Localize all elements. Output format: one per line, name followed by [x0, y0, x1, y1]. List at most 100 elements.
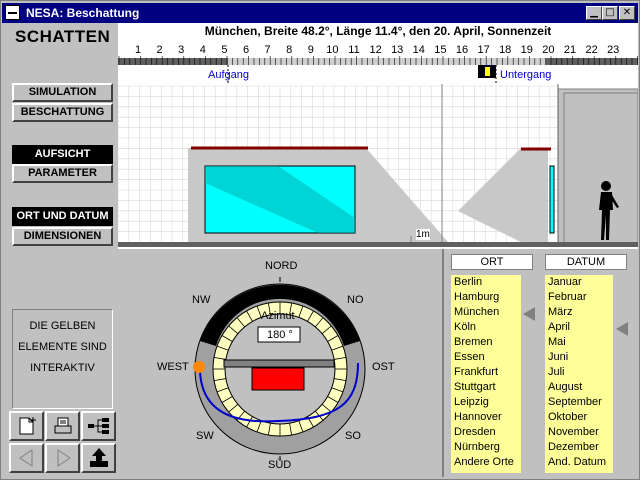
- window-title: NESA: Beschattung: [26, 6, 140, 20]
- datum-list-item[interactable]: And. Datum: [545, 455, 613, 470]
- bottom-panel: NORD NW NO WEST OST SW SO SÜD Azimut 180…: [118, 249, 638, 477]
- exit-arrow-icon: [89, 448, 108, 467]
- sun-marker[interactable]: [193, 361, 205, 373]
- datum-list-item[interactable]: Juli: [545, 365, 613, 380]
- minimize-button[interactable]: ▁: [586, 6, 602, 20]
- ort-list-item[interactable]: Frankfurt: [451, 365, 521, 380]
- datum-list-item[interactable]: November: [545, 425, 613, 440]
- hour-label: 9: [307, 44, 314, 56]
- maximize-button[interactable]: □: [602, 6, 618, 20]
- simulation-button[interactable]: SIMULATION: [12, 83, 113, 102]
- ort-list-item[interactable]: Berlin: [451, 275, 521, 290]
- datum-list-item[interactable]: Oktober: [545, 410, 613, 425]
- compass-northwest: NW: [192, 294, 211, 306]
- hour-label: 3: [178, 44, 185, 56]
- ort-list-item[interactable]: Bremen: [451, 335, 521, 350]
- ort-list-item[interactable]: München: [451, 305, 521, 320]
- hour-label: 2: [156, 44, 163, 56]
- ground-line: [118, 242, 638, 247]
- hour-label: 19: [520, 44, 533, 56]
- ort-header: ORT: [451, 254, 533, 270]
- panel-separator: [442, 249, 444, 477]
- aufsicht-button[interactable]: AUFSICHT: [12, 145, 113, 164]
- azimuth-label: Azimut: [261, 310, 295, 322]
- hour-label: 15: [434, 44, 447, 56]
- close-button[interactable]: ✕: [619, 6, 635, 20]
- ort-list[interactable]: Berlin Hamburg München Köln Bremen Essen Frank…: [451, 275, 521, 473]
- print-button[interactable]: [45, 411, 80, 441]
- building-right: [557, 88, 638, 245]
- hour-label: 6: [242, 44, 250, 56]
- hour-label: 11: [348, 44, 360, 56]
- shading-view-panel: München, Breite 48.2°, Länge 11.4°, den …: [118, 23, 638, 249]
- hour-label: 16: [455, 44, 469, 56]
- compass-southeast: SO: [345, 430, 361, 442]
- left-panel: SCHATTEN SIMULATION BESCHATTUNG AUFSICHT…: [3, 25, 117, 477]
- hour-label: 18: [499, 44, 512, 56]
- arrow-left-icon: [18, 449, 32, 467]
- forward-button[interactable]: [45, 443, 80, 473]
- datum-selection-pointer-icon: [616, 322, 628, 336]
- datum-list-item[interactable]: September: [545, 395, 613, 410]
- ort-und-datum-button[interactable]: ORT UND DATUM: [12, 207, 113, 226]
- compass-southwest: SW: [196, 430, 214, 442]
- ort-list-item[interactable]: Andere Orte: [451, 455, 521, 470]
- datum-header: DATUM: [545, 254, 627, 270]
- ort-list-item[interactable]: Nürnberg: [451, 440, 521, 455]
- datum-list-item[interactable]: Dezember: [545, 440, 613, 455]
- ort-list-item[interactable]: Leipzig: [451, 395, 521, 410]
- parameter-button[interactable]: PARAMETER: [12, 164, 113, 183]
- hierarchy-icon: [87, 418, 109, 434]
- compass-south: SÜD: [268, 459, 292, 471]
- ort-selection-pointer-icon: [523, 307, 535, 321]
- system-menu-icon[interactable]: [5, 5, 20, 20]
- info-line: INTERAKTIV: [30, 362, 95, 374]
- new-document-icon: [19, 417, 36, 435]
- dimensionen-button[interactable]: DIMENSIONEN: [12, 227, 113, 246]
- exit-button[interactable]: [81, 443, 116, 473]
- info-line: ELEMENTE SIND: [18, 341, 107, 353]
- hierarchy-button[interactable]: [81, 411, 116, 441]
- hour-label: 17: [477, 44, 490, 56]
- info-line: DIE GELBEN: [29, 320, 96, 332]
- back-button[interactable]: [9, 443, 44, 473]
- compass-north: NORD: [265, 260, 298, 272]
- hour-label: 20: [542, 44, 555, 56]
- datum-list[interactable]: Januar Februar März April Mai Juni Juli August S…: [545, 275, 613, 473]
- building-plan-wall: [223, 359, 335, 368]
- app-window: NESA: Beschattung ▁ □ ✕ SCHATTEN SIMULAT…: [0, 0, 640, 480]
- timeline-and-elevation: [118, 56, 638, 249]
- ort-list-item[interactable]: Essen: [451, 350, 521, 365]
- datum-list-item[interactable]: Januar: [545, 275, 613, 290]
- datum-list-item[interactable]: März: [545, 305, 613, 320]
- window-pane-right: [549, 165, 555, 234]
- datum-list-item[interactable]: Juni: [545, 350, 613, 365]
- compass-west: WEST: [157, 361, 189, 373]
- hour-label: 5: [221, 44, 228, 56]
- datum-list-item[interactable]: April: [545, 320, 613, 335]
- ort-list-item[interactable]: Köln: [451, 320, 521, 335]
- datum-list-item[interactable]: Februar: [545, 290, 613, 305]
- hour-label: 13: [391, 44, 404, 56]
- building-plan-block: [251, 367, 305, 391]
- datum-list-item[interactable]: August: [545, 380, 613, 395]
- new-document-button[interactable]: [9, 411, 44, 441]
- hour-label: 14: [412, 44, 425, 56]
- hour-label: 21: [563, 44, 577, 56]
- ort-list-item[interactable]: Hamburg: [451, 290, 521, 305]
- title-bar[interactable]: NESA: Beschattung ▁ □ ✕: [2, 3, 638, 23]
- ort-list-item[interactable]: Stuttgart: [451, 380, 521, 395]
- azimuth-value: 180 °: [267, 329, 293, 341]
- ort-list-item[interactable]: Dresden: [451, 425, 521, 440]
- info-box: DIE GELBEN ELEMENTE SIND INTERAKTIV: [12, 309, 113, 409]
- hour-label: 12: [369, 44, 382, 56]
- arrow-right-icon: [57, 449, 71, 467]
- hour-label: 10: [326, 44, 339, 56]
- hour-label: 8: [286, 44, 293, 56]
- hour-label: 4: [199, 44, 206, 56]
- ort-list-item[interactable]: Hannover: [451, 410, 521, 425]
- beschattung-button[interactable]: BESCHATTUNG: [12, 103, 113, 122]
- compass-northeast: NO: [347, 294, 364, 306]
- datum-list-item[interactable]: Mai: [545, 335, 613, 350]
- app-name: SCHATTEN: [15, 27, 111, 46]
